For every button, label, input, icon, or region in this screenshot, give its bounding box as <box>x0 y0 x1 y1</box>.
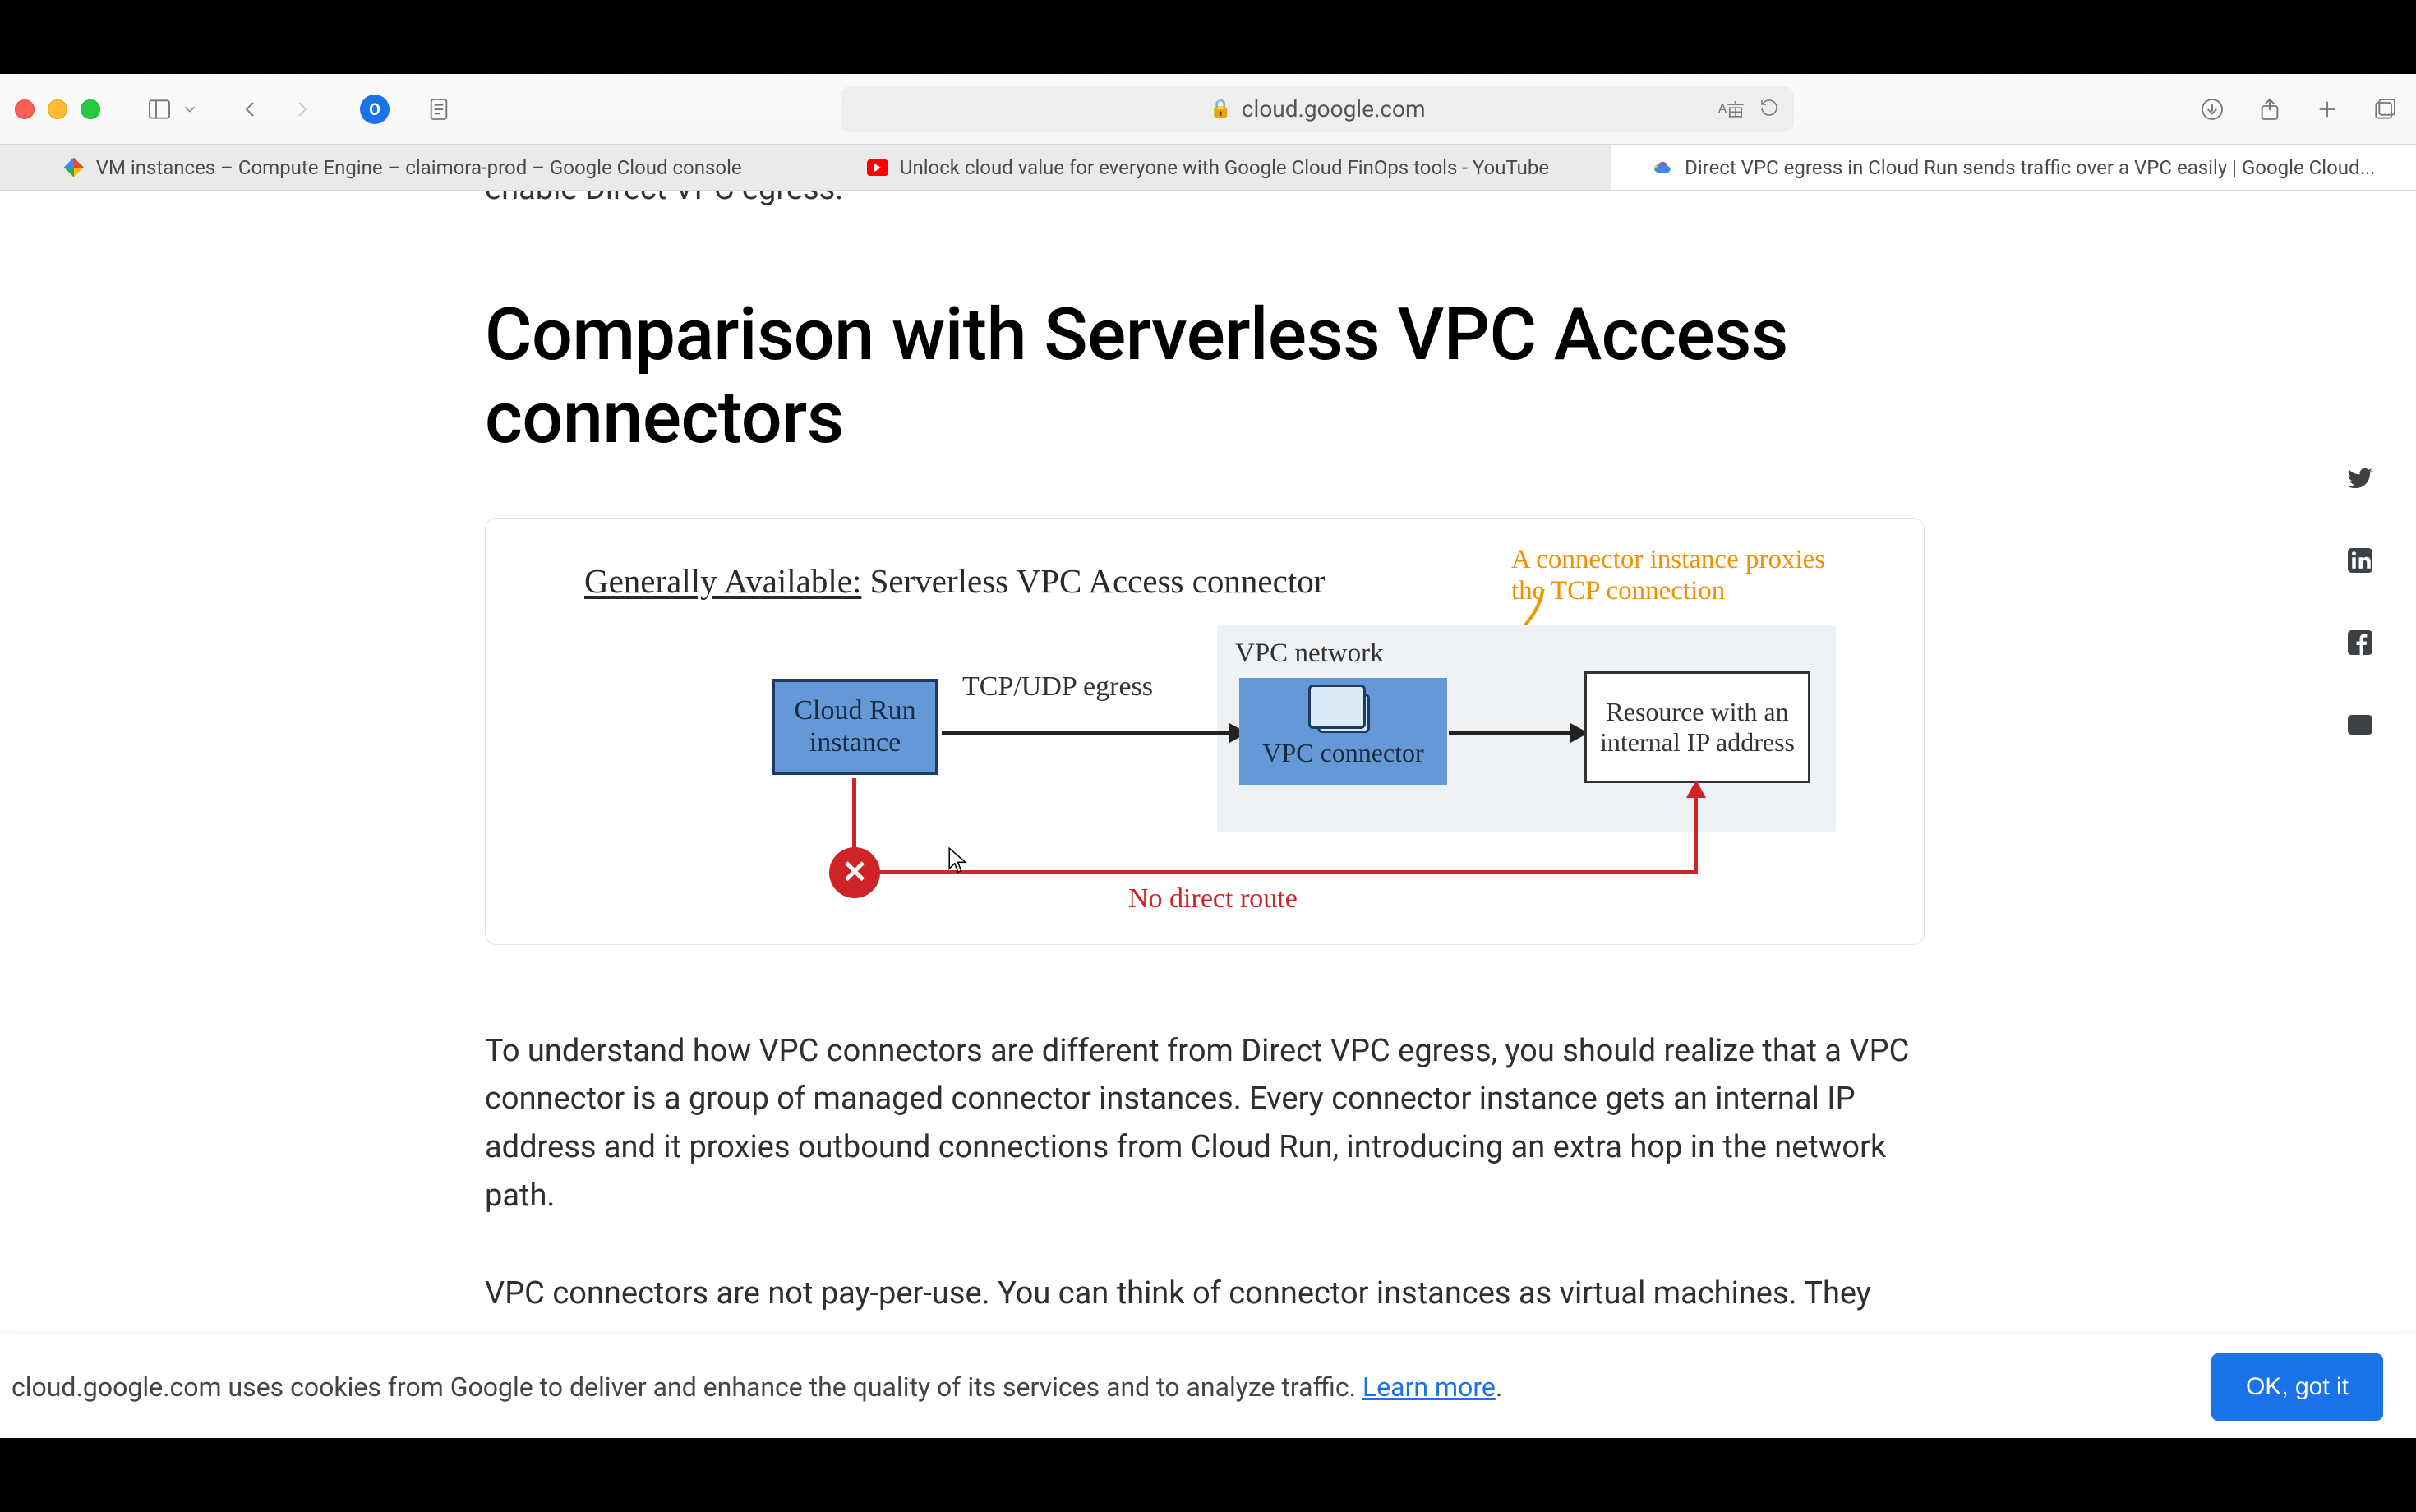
tab-label: Direct VPC egress in Cloud Run sends tra… <box>1685 156 2375 179</box>
safari-window: O 🔒 cloud.google.com ᴬ亩 <box>0 74 2416 1438</box>
reload-icon[interactable] <box>1759 98 1779 121</box>
email-icon[interactable] <box>2344 708 2377 741</box>
youtube-favicon-icon <box>867 157 888 178</box>
article-prev-line: enable Direct VPC egress. <box>485 191 1931 211</box>
section-heading: Comparison with Serverless VPC Access co… <box>485 293 1931 459</box>
minimize-window-button[interactable] <box>48 99 67 119</box>
share-icon[interactable] <box>2253 93 2286 126</box>
url-host: cloud.google.com <box>1242 95 1426 122</box>
tab-strip: VM instances – Compute Engine – claimora… <box>0 145 2416 191</box>
zoom-window-button[interactable] <box>81 99 100 119</box>
browser-toolbar: O 🔒 cloud.google.com ᴬ亩 <box>0 74 2416 145</box>
back-button-icon[interactable] <box>233 93 266 126</box>
vpc-connector-label: VPC connector <box>1262 738 1423 768</box>
google-cloud-favicon-icon <box>1652 157 1673 178</box>
sidebar-toggle-icon[interactable] <box>143 93 176 126</box>
diagram-title: Generally Available: Serverless VPC Acce… <box>584 561 1325 601</box>
twitter-icon[interactable] <box>2344 462 2377 495</box>
diagram-annotation: A connector instance proxies the TCP con… <box>1511 545 1856 607</box>
tcp-udp-label: TCP/UDP egress <box>962 671 1153 703</box>
red-path-icon <box>1694 796 1698 874</box>
cookie-text: cloud.google.com uses cookies from Googl… <box>12 1371 1502 1403</box>
cloud-run-box: Cloud Run instance <box>772 679 938 775</box>
tab-label: Unlock cloud value for everyone with Goo… <box>900 156 1549 179</box>
article-paragraph: To understand how VPC connectors are dif… <box>485 1027 1925 1221</box>
tab-overview-icon[interactable] <box>2368 93 2401 126</box>
reader-mode-icon[interactable] <box>422 93 455 126</box>
tab-youtube[interactable]: Unlock cloud value for everyone with Goo… <box>805 145 1611 190</box>
privacy-report-icon[interactable]: O <box>360 94 390 124</box>
facebook-icon[interactable] <box>2344 626 2377 659</box>
red-path-icon <box>878 870 1697 874</box>
comparison-diagram: Generally Available: Serverless VPC Acce… <box>485 518 1925 945</box>
tab-gcp-console[interactable]: VM instances – Compute Engine – claimora… <box>0 145 805 190</box>
new-tab-icon[interactable] <box>2311 93 2344 126</box>
downloads-icon[interactable] <box>2196 93 2229 126</box>
arrow-line-icon <box>1449 731 1572 735</box>
red-arrowhead-icon <box>1686 780 1706 798</box>
page-viewport: enable Direct VPC egress. Comparison wit… <box>0 191 2416 1438</box>
cookie-banner: cloud.google.com uses cookies from Googl… <box>0 1335 2416 1438</box>
address-bar[interactable]: 🔒 cloud.google.com ᴬ亩 <box>841 86 1794 132</box>
sidebar-dropdown-icon[interactable] <box>181 93 199 126</box>
cookie-learn-more-link[interactable]: Learn more <box>1362 1371 1496 1403</box>
cloud-run-label: Cloud Run instance <box>794 694 915 758</box>
lock-icon: 🔒 <box>1209 99 1231 119</box>
arrow-line-icon <box>942 731 1229 735</box>
tab-cloud-blog[interactable]: Direct VPC egress in Cloud Run sends tra… <box>1611 145 2416 190</box>
resource-box: Resource with an internal IP address <box>1584 671 1810 783</box>
no-direct-route-label: No direct route <box>1128 883 1298 915</box>
forward-button-icon[interactable] <box>286 93 319 126</box>
translate-icon[interactable]: ᴬ亩 <box>1718 96 1745 122</box>
blocked-x-icon: ✕ <box>829 847 880 898</box>
cookie-accept-button[interactable]: OK, got it <box>2211 1353 2383 1421</box>
vpc-connector-box: VPC connector <box>1239 678 1447 785</box>
gcp-favicon-icon <box>63 157 85 178</box>
linkedin-icon[interactable] <box>2344 544 2377 577</box>
window-controls <box>15 99 100 119</box>
vpc-network-label: VPC network <box>1235 638 1836 669</box>
connector-instances-icon <box>1317 694 1370 733</box>
mouse-cursor-icon <box>947 847 971 875</box>
tab-label: VM instances – Compute Engine – claimora… <box>96 156 742 179</box>
article-paragraph: VPC connectors are not pay-per-use. You … <box>485 1270 1925 1318</box>
close-window-button[interactable] <box>15 99 35 119</box>
resource-label: Resource with an internal IP address <box>1593 697 1801 758</box>
share-rail <box>2344 462 2377 741</box>
